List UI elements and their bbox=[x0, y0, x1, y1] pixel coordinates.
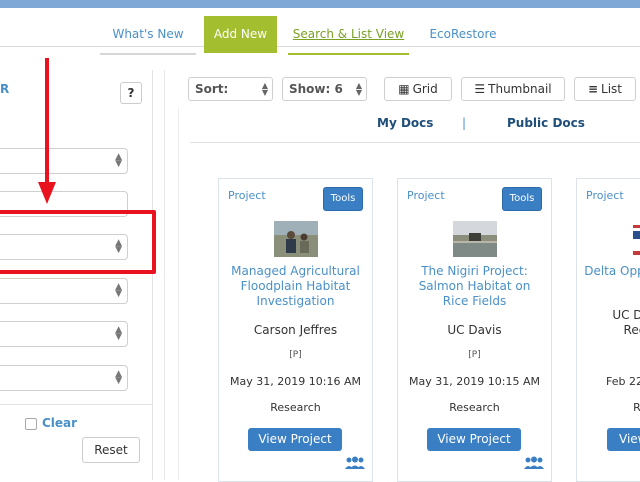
reset-button[interactable]: Reset bbox=[82, 437, 140, 463]
select-arrows-icon: ▲ ▼ bbox=[115, 325, 122, 342]
filter-panel-title: R bbox=[0, 82, 10, 96]
project-tag: [P] bbox=[289, 350, 302, 360]
project-thumbnail[interactable] bbox=[453, 221, 497, 257]
thumbnail-view-button[interactable]: ☰ Thumbnail bbox=[461, 77, 565, 101]
doc-tabs-divider bbox=[190, 142, 640, 143]
list-icon: ≡ bbox=[587, 82, 599, 96]
nav-tab-search-list-view[interactable]: Search & List View bbox=[288, 16, 409, 55]
project-thumbnail[interactable] bbox=[274, 221, 318, 257]
sidebar-divider bbox=[0, 404, 152, 405]
project-author: Carson Jeffres bbox=[253, 323, 338, 337]
show-select-value: Show: 6 bbox=[289, 82, 343, 96]
card-type-label: Project bbox=[228, 189, 266, 202]
card-type-label: Project bbox=[407, 189, 445, 202]
project-card: Project Tools Managed Agricultural Flood… bbox=[218, 178, 373, 482]
show-count-select[interactable]: Show: 6 ▲ ▼ bbox=[282, 77, 367, 101]
select-arrows-icon: ▲ ▼ bbox=[355, 81, 362, 97]
project-title-link[interactable]: Delta Oppor bbox=[577, 264, 640, 279]
filter-select-3[interactable]: ▲ ▼ bbox=[0, 278, 128, 304]
list-view-button[interactable]: ≡ List bbox=[574, 77, 636, 101]
view-project-button[interactable]: View Project bbox=[427, 428, 521, 451]
project-thumbnail[interactable] bbox=[633, 221, 640, 257]
clear-checkbox[interactable] bbox=[25, 418, 37, 430]
grid-icon: ▦ bbox=[398, 82, 410, 96]
select-arrows-icon: ▲ ▼ bbox=[115, 152, 122, 169]
project-category: Re bbox=[633, 401, 640, 414]
project-title-link[interactable]: Managed Agricultural Floodplain Habitat … bbox=[225, 264, 366, 309]
grid-label: Grid bbox=[412, 82, 438, 96]
project-card: Project Delta Oppor UC Dav Regio Feb 22,… bbox=[576, 178, 640, 482]
project-category: Research bbox=[449, 401, 500, 414]
project-date: May 31, 2019 10:15 AM bbox=[409, 375, 540, 388]
list-label: List bbox=[601, 82, 623, 96]
project-title-link[interactable]: The Nigiri Project: Salmon Habitat on Ri… bbox=[404, 264, 545, 309]
nav-tab-add-new[interactable]: Add New bbox=[204, 16, 277, 53]
top-accent-bar bbox=[0, 0, 640, 8]
project-date: Feb 22, 2 bbox=[606, 375, 640, 388]
tab-my-docs[interactable]: My Docs bbox=[377, 116, 433, 130]
nav-tab-ecorestore[interactable]: EcoRestore bbox=[418, 16, 508, 53]
clear-link[interactable]: Clear bbox=[42, 416, 77, 430]
select-arrows-icon: ▲ ▼ bbox=[115, 282, 122, 299]
tools-button[interactable]: Tools bbox=[323, 187, 363, 211]
card-type-label: Project bbox=[586, 189, 624, 202]
content-border bbox=[164, 70, 165, 480]
filter-select-5[interactable]: ▲ ▼ bbox=[0, 365, 128, 391]
filter-select-4[interactable]: ▲ ▼ bbox=[0, 321, 128, 347]
group-users-icon bbox=[345, 456, 365, 469]
project-category: Research bbox=[270, 401, 321, 414]
grid-view-button[interactable]: ▦ Grid bbox=[384, 77, 452, 101]
content-border-inner bbox=[178, 108, 179, 480]
group-users-icon bbox=[524, 456, 544, 469]
thumbnail-list-icon: ☰ bbox=[474, 82, 486, 96]
select-arrows-icon: ▲ ▼ bbox=[115, 369, 122, 386]
project-date: May 31, 2019 10:16 AM bbox=[230, 375, 361, 388]
filter-select-1[interactable]: ▲ ▼ bbox=[0, 148, 128, 174]
select-arrows-icon: ▲ ▼ bbox=[261, 81, 268, 97]
view-project-button[interactable]: View Project bbox=[248, 428, 342, 451]
filter-sidebar: R ? ▲ ▼ ▲ ▼ ▲ ▼ ▲ ▼ ▲ ▼ Clear Reset bbox=[0, 70, 153, 480]
project-card: Project Tools The Nigiri Project: Salmon… bbox=[397, 178, 552, 482]
sort-select[interactable]: Sort: Modifi ▲▼ bbox=[188, 77, 273, 101]
doc-tab-separator: | bbox=[462, 116, 467, 130]
sort-select-value: Sort: Modifi bbox=[195, 82, 229, 96]
thumbnail-label: Thumbnail bbox=[488, 82, 552, 96]
tools-button[interactable]: Tools bbox=[502, 187, 542, 211]
project-author: UC Dav Regio bbox=[612, 308, 640, 337]
highlight-annotation-box bbox=[0, 210, 156, 274]
annotation-arrow-icon bbox=[38, 58, 56, 204]
view-project-button[interactable]: View bbox=[607, 428, 640, 451]
project-tag: [P] bbox=[468, 350, 481, 360]
tab-public-docs[interactable]: Public Docs bbox=[507, 116, 585, 130]
project-author: UC Davis bbox=[447, 323, 502, 337]
main-navigation: What's New Add New Search & List View Ec… bbox=[0, 8, 640, 55]
nav-tab-whats-new[interactable]: What's New bbox=[100, 16, 196, 55]
help-button[interactable]: ? bbox=[120, 82, 142, 104]
